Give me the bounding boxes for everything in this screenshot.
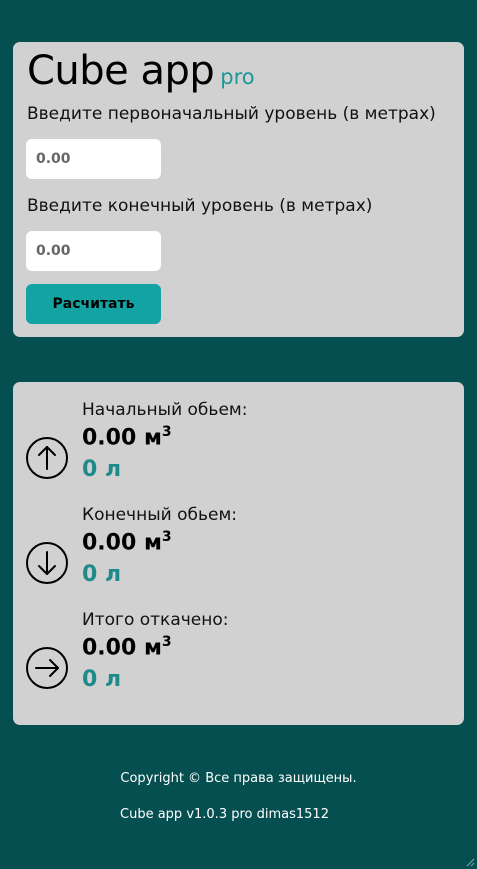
input-card: Cube app pro Введите первоначальный урове… (13, 42, 464, 337)
footer-version: Cube app v1.0.3 pro dimas1512 (120, 807, 329, 822)
calculate-button[interactable]: Расчитать (26, 284, 161, 324)
result-initial-volume: Начальный обьем: 0.00 м3 0 л (13, 400, 464, 500)
result-label: Начальный обьем: (82, 400, 248, 420)
start-level-label: Введите первоначальный уровень (в метрах… (27, 104, 436, 124)
result-final-volume: Конечный обьем: 0.00 м3 0 л (13, 505, 464, 605)
result-label: Итого откачено: (82, 610, 229, 630)
arrow-up-circle-icon (26, 437, 68, 479)
result-total-pumped: Итого откачено: 0.00 м3 0 л (13, 610, 464, 710)
volume-value: 0.00 м3 (82, 529, 172, 556)
footer-copyright: Copyright © Все права защищены. (120, 771, 357, 786)
app-title-text: Cube app (27, 48, 215, 94)
volume-value: 0.00 м3 (82, 424, 172, 451)
arrow-right-circle-icon (26, 647, 68, 689)
edition-badge: pro (220, 65, 255, 89)
liters-value: 0 л (82, 457, 122, 482)
results-card: Начальный обьем: 0.00 м3 0 л Конечный об… (13, 382, 464, 725)
end-level-input[interactable] (26, 231, 161, 271)
arrow-down-circle-icon (26, 542, 68, 584)
result-label: Конечный обьем: (82, 505, 237, 525)
liters-value: 0 л (82, 667, 122, 692)
resize-grip-icon[interactable] (465, 857, 475, 867)
start-level-input[interactable] (26, 139, 161, 179)
app-title: Cube app pro (27, 48, 255, 94)
end-level-label: Введите конечный уровень (в метрах) (27, 196, 373, 216)
volume-value: 0.00 м3 (82, 634, 172, 661)
liters-value: 0 л (82, 562, 122, 587)
